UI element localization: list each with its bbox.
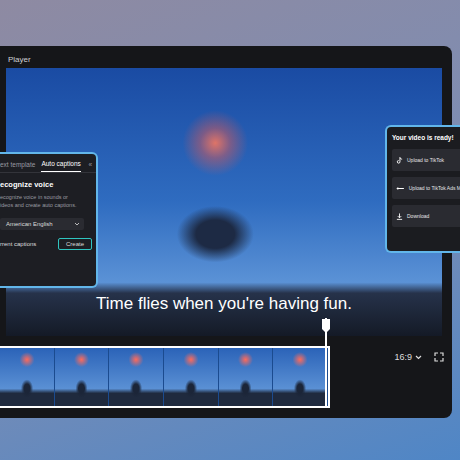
video-caption[interactable]: Time flies when you're having fun.	[6, 294, 442, 314]
export-action[interactable]: Download	[392, 205, 460, 227]
clip-thumbnail	[164, 348, 219, 406]
export-action[interactable]: Upload to TikTok	[392, 149, 460, 171]
create-button[interactable]: Create	[58, 238, 92, 250]
chevron-down-icon	[415, 355, 422, 360]
footer-label: rrent captions	[0, 241, 36, 247]
export-panel: Your video is ready! Upload to TikTok Uplo…	[385, 125, 460, 253]
panel-tab[interactable]: Auto captions	[41, 160, 80, 172]
clip-thumbnail	[55, 348, 110, 406]
timeline[interactable]	[0, 346, 330, 408]
auto-captions-panel: ext template Auto captions « ecognize voice…	[0, 152, 98, 288]
language-select[interactable]: American English	[0, 218, 84, 230]
export-title: Your video is ready!	[392, 134, 460, 141]
fullscreen-icon[interactable]	[434, 352, 444, 362]
section-description: ecognize voice in sounds orideos and cre…	[0, 194, 92, 209]
playhead-handle-icon[interactable]	[321, 318, 331, 334]
stage: Player Time flies when you're having fun.…	[0, 0, 460, 460]
tiktok-icon	[396, 157, 403, 164]
clip-thumbnail	[219, 348, 274, 406]
aspect-ratio-select[interactable]: 16:9	[394, 352, 422, 362]
tiktok-ads-icon	[396, 185, 405, 192]
chevron-down-icon	[74, 222, 80, 226]
download-icon	[396, 213, 403, 220]
clip-thumbnail	[0, 348, 55, 406]
panel-tab[interactable]: ext template	[0, 161, 35, 172]
timeline-clip[interactable]	[0, 346, 330, 408]
clip-thumbnail	[109, 348, 164, 406]
export-action[interactable]: Upload to TikTok Ads M	[392, 177, 460, 199]
clip-thumbnail	[273, 348, 328, 406]
playhead[interactable]	[325, 318, 327, 408]
collapse-icon[interactable]: «	[88, 161, 92, 172]
window-title: Player	[0, 46, 452, 68]
section-heading: ecognize voice	[0, 180, 92, 189]
